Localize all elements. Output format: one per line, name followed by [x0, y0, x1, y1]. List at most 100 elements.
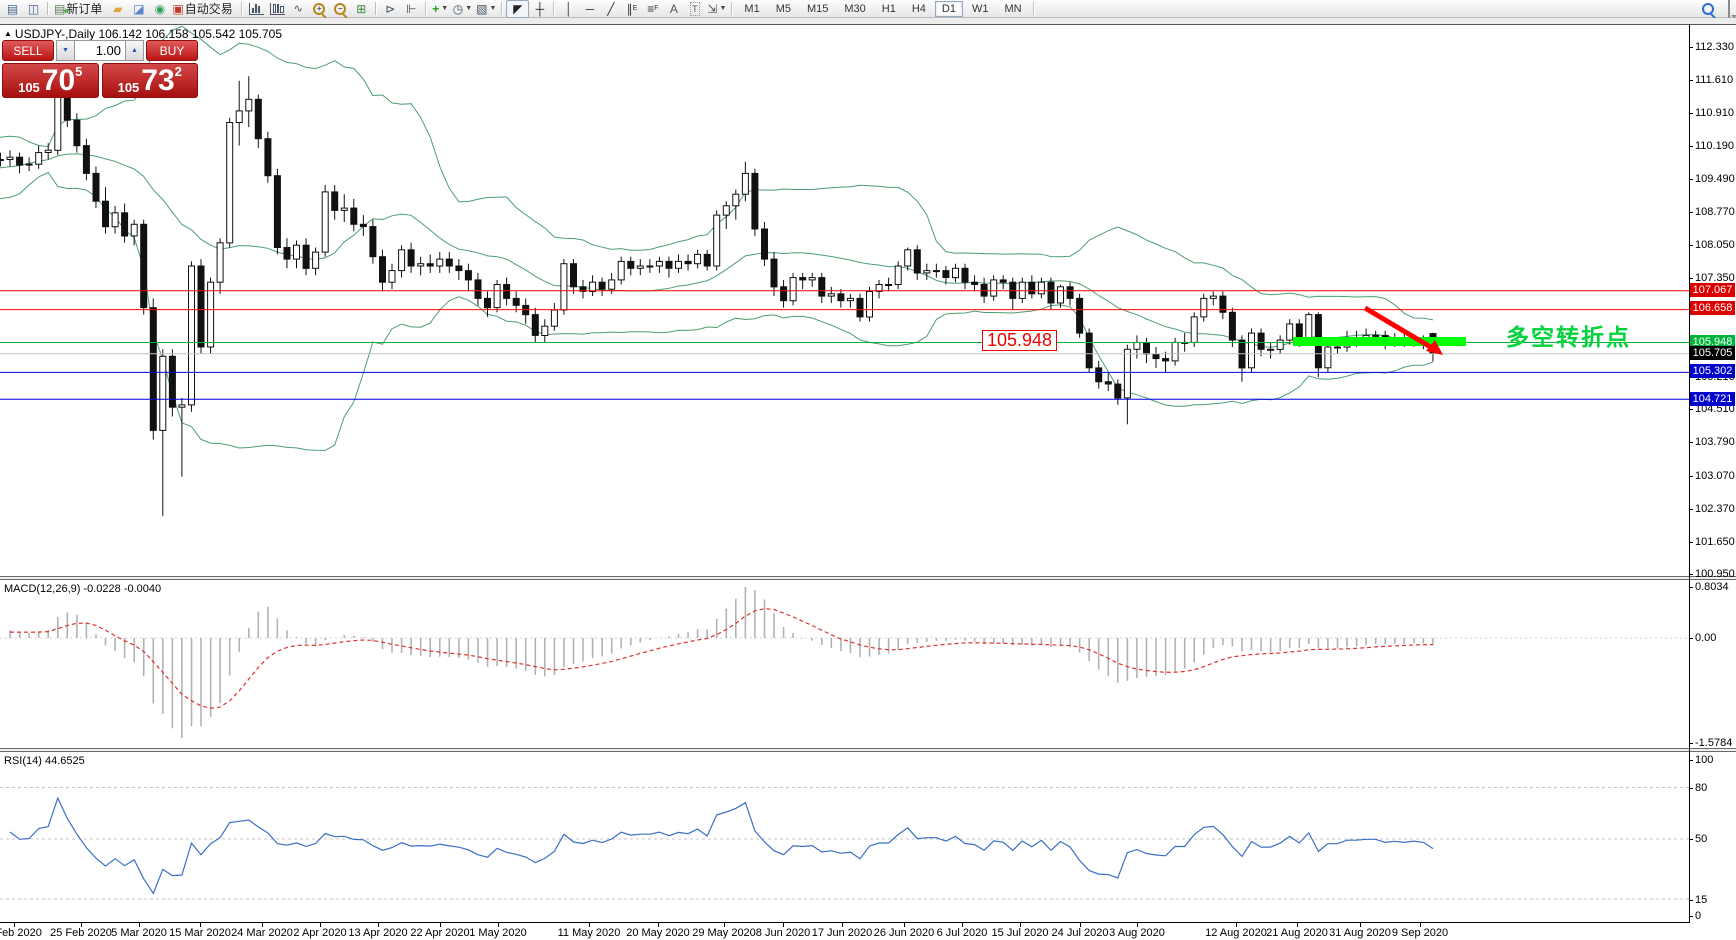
macd-scale-label: 0.8034	[1695, 581, 1729, 593]
community-icon[interactable]: ◪	[128, 1, 149, 17]
timeframe-button-H1[interactable]: H1	[875, 1, 903, 17]
zoom-out-icon[interactable]: −	[330, 1, 351, 17]
date-label: 1 May 2020	[469, 927, 526, 939]
price-flag-label[interactable]: 105.948	[982, 330, 1057, 351]
new-order-label: 新订单	[66, 0, 102, 17]
price-tick	[1689, 80, 1693, 81]
text-tool[interactable]: A	[663, 1, 684, 17]
cursor-tool[interactable]: ◤	[506, 0, 529, 18]
rsi-tick	[1689, 788, 1693, 789]
price-tick	[1689, 542, 1693, 543]
chart-profile-icon[interactable]: ◫	[23, 1, 44, 17]
vertical-line-tool[interactable]: │	[558, 1, 579, 17]
timeframe-button-W1[interactable]: W1	[965, 1, 996, 17]
macd-tick	[1689, 638, 1693, 639]
date-label: 8 Jun 2020	[756, 927, 810, 939]
price-scale-label: 109.490	[1695, 173, 1735, 185]
turning-point-annotation[interactable]: 多空转折点	[1506, 318, 1631, 352]
search-icon[interactable]	[1702, 3, 1714, 15]
arrows-tool[interactable]: ⇲▼	[705, 1, 728, 17]
date-label: 24 Jul 2020	[1052, 927, 1109, 939]
clock-icon[interactable]: ◷▼	[451, 1, 474, 17]
sell-price-sup: 5	[75, 65, 82, 78]
indicator-list-icon[interactable]: ▧▼	[474, 1, 498, 17]
volume-increase-button[interactable]: ▲	[125, 40, 144, 61]
macd-tick	[1689, 743, 1693, 744]
rsi-tick	[1689, 916, 1693, 917]
auto-trading-button[interactable]: ▣ 自动交易	[170, 1, 237, 17]
mt4-terminal: ▤ ◫ ▤+ 新订单 ▰ ◪ ◉ ▣ 自动交易 ∿ + − ⊞ ⊳ ⊩ +▼ ◷…	[0, 0, 1736, 940]
separator	[501, 2, 503, 15]
main-chart-pane[interactable]	[0, 25, 1689, 577]
tile-windows-icon[interactable]: ⊞	[351, 1, 372, 17]
add-indicator-icon[interactable]: +▼	[430, 1, 451, 17]
macd-scale-label: 0.00	[1695, 632, 1716, 644]
bar-chart-mode-icon[interactable]	[246, 1, 267, 17]
timeframe-button-H4[interactable]: H4	[905, 1, 933, 17]
trend-line-tool[interactable]: ╱	[600, 1, 621, 17]
rsi-pane[interactable]	[0, 752, 1689, 922]
text-label-tool[interactable]: T	[684, 1, 705, 17]
price-scale-label: 110.910	[1695, 107, 1734, 119]
date-label: 25 Feb 2020	[50, 927, 112, 939]
price-tick	[1689, 113, 1693, 114]
rsi-scale-label: 100	[1695, 754, 1713, 766]
rsi-tick	[1689, 760, 1693, 761]
timeframe-button-M15[interactable]: M15	[800, 1, 835, 17]
macd-tick	[1689, 587, 1693, 588]
date-label: 15 Mar 2020	[169, 927, 231, 939]
price-scale-label: 111.610	[1695, 74, 1733, 86]
zoom-in-icon[interactable]: +	[309, 1, 330, 17]
horizontal-line-tool[interactable]: ─	[579, 1, 600, 17]
charts-list-icon[interactable]: ▤	[2, 1, 23, 17]
rsi-tick	[1689, 839, 1693, 840]
new-order-button[interactable]: ▤+ 新订单	[52, 1, 107, 17]
timeframe-button-M5[interactable]: M5	[769, 1, 798, 17]
price-badge-105.705: 105.705	[1690, 346, 1735, 360]
metaeditor-icon[interactable]: ▰	[107, 1, 128, 17]
timeframe-button-D1[interactable]: D1	[935, 1, 963, 17]
buy-price[interactable]: 105 73 2	[102, 63, 199, 98]
timeframe-button-MN[interactable]: MN	[997, 1, 1028, 17]
date-label: 3 Aug 2020	[1109, 927, 1165, 939]
chart-shift-icon[interactable]: ⊩	[401, 1, 422, 17]
collapse-arrow-icon[interactable]: ▲	[4, 29, 12, 38]
crosshair-tool[interactable]: ┼	[529, 1, 550, 17]
auto-trading-icon: ▣	[172, 3, 183, 15]
separator	[241, 2, 243, 15]
price-scale-label: 108.770	[1695, 206, 1735, 218]
auto-scroll-icon[interactable]: ⊳	[380, 1, 401, 17]
date-label: 21 Aug 2020	[1266, 927, 1328, 939]
timeframe-button-M1[interactable]: M1	[737, 1, 766, 17]
separator	[375, 2, 377, 15]
volume-decrease-button[interactable]: ▼	[56, 40, 75, 61]
sell-price[interactable]: 105 70 5	[2, 63, 99, 98]
date-label: 11 May 2020	[558, 927, 621, 939]
line-chart-mode-icon[interactable]: ∿	[288, 1, 309, 17]
price-scale-label: 100.950	[1695, 568, 1735, 580]
rsi-scale-label: 0	[1695, 910, 1701, 922]
sell-button[interactable]: SELL	[2, 40, 54, 61]
signals-icon[interactable]: ◉	[149, 1, 170, 17]
sell-price-big: 70	[42, 67, 75, 95]
chat-icon[interactable]	[1728, 0, 1730, 18]
timeframe-button-M30[interactable]: M30	[837, 1, 872, 17]
price-badge-106.658: 106.658	[1690, 301, 1735, 315]
candlestick-mode-icon[interactable]	[267, 1, 288, 17]
separator	[425, 2, 427, 15]
equidistant-channel-tool[interactable]: ∥E	[621, 1, 642, 17]
price-tick	[1689, 409, 1693, 410]
date-label: 26 Jun 2020	[874, 927, 935, 939]
price-tick	[1689, 278, 1693, 279]
price-scale-label: 101.650	[1695, 536, 1735, 548]
date-label: 31 Aug 2020	[1329, 927, 1391, 939]
price-scale-label: 103.790	[1695, 436, 1735, 448]
buy-button[interactable]: BUY	[146, 40, 198, 61]
volume-input[interactable]	[75, 40, 125, 61]
sell-price-base: 105	[18, 80, 40, 95]
price-tick	[1689, 47, 1693, 48]
macd-pane[interactable]	[0, 580, 1689, 748]
fibonacci-tool[interactable]: ≡F	[642, 1, 663, 17]
buy-price-base: 105	[118, 80, 140, 95]
price-scale-label: 102.370	[1695, 503, 1735, 515]
